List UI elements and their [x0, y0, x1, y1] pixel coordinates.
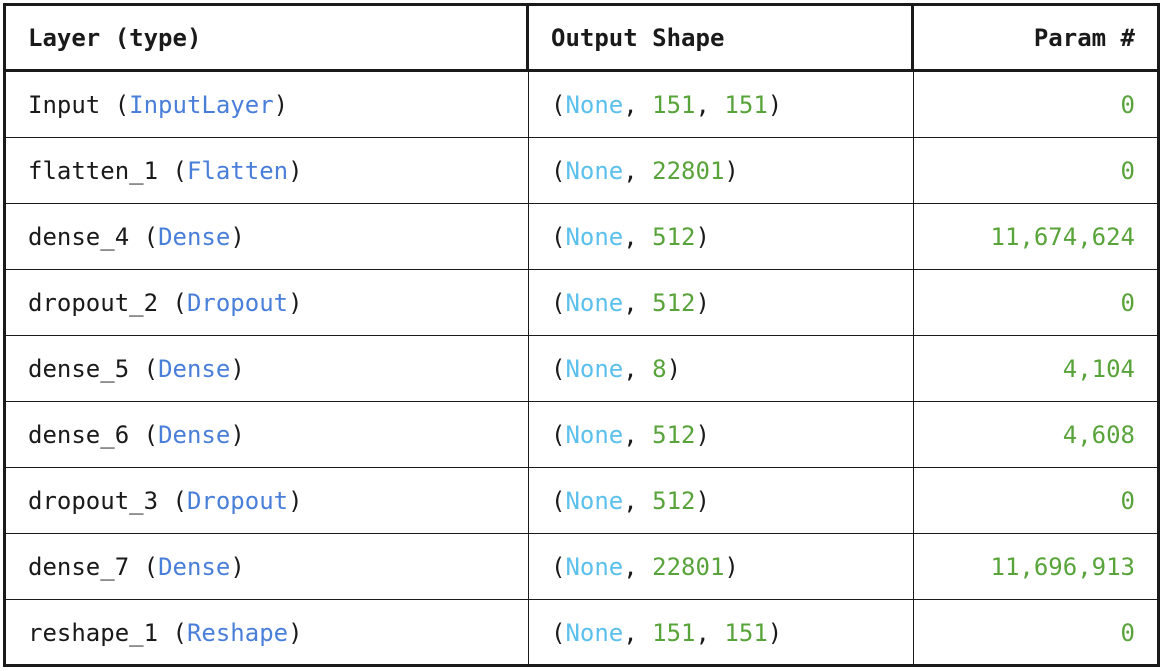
shape-batch-dim: None [565, 552, 624, 581]
layer-name: flatten_1 [28, 156, 159, 185]
layer-type: Dense [158, 354, 231, 383]
table-row: dense_7 (Dense)(None, 22801) 11,696,913 [6, 534, 1157, 600]
layer-type: Dense [158, 552, 231, 581]
table-row: dense_6 (Dense)(None, 512) 4,608 [6, 402, 1157, 468]
output-shape-cell: (None, 22801) [529, 534, 914, 599]
layer-cell: dropout_3 (Dropout) [6, 468, 529, 533]
layer-name: dense_6 [28, 420, 130, 449]
shape-batch-dim: None [565, 354, 624, 383]
param-count: 0 [1120, 486, 1135, 515]
shape-dim: 151 [724, 619, 768, 647]
table-row: dense_5 (Dense)(None, 8) 4,104 [6, 336, 1157, 402]
layer-cell: Input (InputLayer) [6, 72, 529, 137]
param-count-cell: 11,674,624 [914, 204, 1157, 269]
shape-batch-dim: None [565, 420, 624, 449]
layer-name: dropout_3 [28, 486, 159, 515]
output-shape-cell: (None, 512) [529, 270, 914, 335]
layer-type: Dense [158, 420, 231, 449]
param-count: 0 [1120, 90, 1135, 119]
table-row: reshape_1 (Reshape)(None, 151, 151) 0 [6, 600, 1157, 666]
layer-type: Reshape [186, 619, 289, 647]
param-count: 0 [1120, 288, 1135, 317]
shape-dim: 512 [652, 288, 696, 317]
param-count-cell: 0 [914, 72, 1157, 137]
param-count-cell: 0 [914, 600, 1157, 666]
layer-type: Dropout [186, 288, 289, 317]
param-count-cell: 4,104 [914, 336, 1157, 401]
shape-batch-dim: None [565, 156, 624, 185]
layer-name: reshape_1 [28, 619, 159, 647]
param-count: 11,696,913 [990, 552, 1136, 581]
output-shape-cell: (None, 151, 151) [529, 72, 914, 137]
layer-type: Dense [158, 222, 231, 251]
param-count-cell: 0 [914, 270, 1157, 335]
layer-name: dense_7 [28, 552, 130, 581]
param-count: 0 [1120, 156, 1135, 185]
param-count: 11,674,624 [990, 222, 1136, 251]
output-shape-cell: (None, 512) [529, 204, 914, 269]
layer-type: Dropout [186, 486, 289, 515]
output-shape-cell: (None, 8) [529, 336, 914, 401]
table-row: dense_4 (Dense)(None, 512) 11,674,624 [6, 204, 1157, 270]
param-count-cell: 0 [914, 138, 1157, 203]
param-count: 4,608 [1062, 420, 1135, 449]
layer-name: dropout_2 [28, 288, 159, 317]
param-count-cell: 0 [914, 468, 1157, 533]
shape-dim: 151 [724, 90, 768, 119]
table-row: dropout_2 (Dropout)(None, 512) 0 [6, 270, 1157, 336]
shape-dim: 22801 [652, 156, 725, 185]
table-row: dropout_3 (Dropout)(None, 512) 0 [6, 468, 1157, 534]
table-row: Input (InputLayer)(None, 151, 151) 0 [6, 72, 1157, 138]
layer-cell: reshape_1 (Reshape) [6, 600, 529, 666]
param-count-cell: 11,696,913 [914, 534, 1157, 599]
shape-dim: 512 [652, 486, 696, 515]
shape-dim: 151 [652, 90, 696, 119]
shape-dim: 512 [652, 420, 696, 449]
layer-cell: flatten_1 (Flatten) [6, 138, 529, 203]
layer-type: Flatten [186, 156, 289, 185]
shape-dim: 22801 [652, 552, 725, 581]
layer-type: InputLayer [129, 90, 274, 119]
header-layer-type: Layer (type) [6, 6, 529, 69]
layer-cell: dense_4 (Dense) [6, 204, 529, 269]
shape-batch-dim: None [565, 288, 624, 317]
layer-cell: dense_7 (Dense) [6, 534, 529, 599]
shape-batch-dim: None [565, 619, 624, 647]
header-param-count: Param # [1033, 23, 1135, 52]
shape-batch-dim: None [565, 486, 624, 515]
param-count-cell: 4,608 [914, 402, 1157, 467]
output-shape-cell: (None, 512) [529, 468, 914, 533]
shape-dim: 512 [652, 222, 696, 251]
layer-cell: dense_6 (Dense) [6, 402, 529, 467]
shape-batch-dim: None [565, 90, 624, 119]
output-shape-cell: (None, 22801) [529, 138, 914, 203]
layer-name: dense_4 [28, 222, 130, 251]
layer-cell: dense_5 (Dense) [6, 336, 529, 401]
model-summary-table: Layer (type) Output Shape Param # Input … [3, 3, 1160, 667]
param-count: 0 [1120, 619, 1135, 647]
layer-name: dense_5 [28, 354, 130, 383]
shape-dim: 8 [652, 354, 667, 383]
header-output-shape: Output Shape [529, 6, 914, 69]
layer-name: Input [28, 90, 101, 119]
shape-batch-dim: None [565, 222, 624, 251]
shape-dim: 151 [652, 619, 696, 647]
layer-cell: dropout_2 (Dropout) [6, 270, 529, 335]
output-shape-cell: (None, 512) [529, 402, 914, 467]
output-shape-cell: (None, 151, 151) [529, 600, 914, 666]
table-header: Layer (type) Output Shape Param # [6, 6, 1157, 72]
param-count: 4,104 [1062, 354, 1135, 383]
table-row: flatten_1 (Flatten)(None, 22801) 0 [6, 138, 1157, 204]
